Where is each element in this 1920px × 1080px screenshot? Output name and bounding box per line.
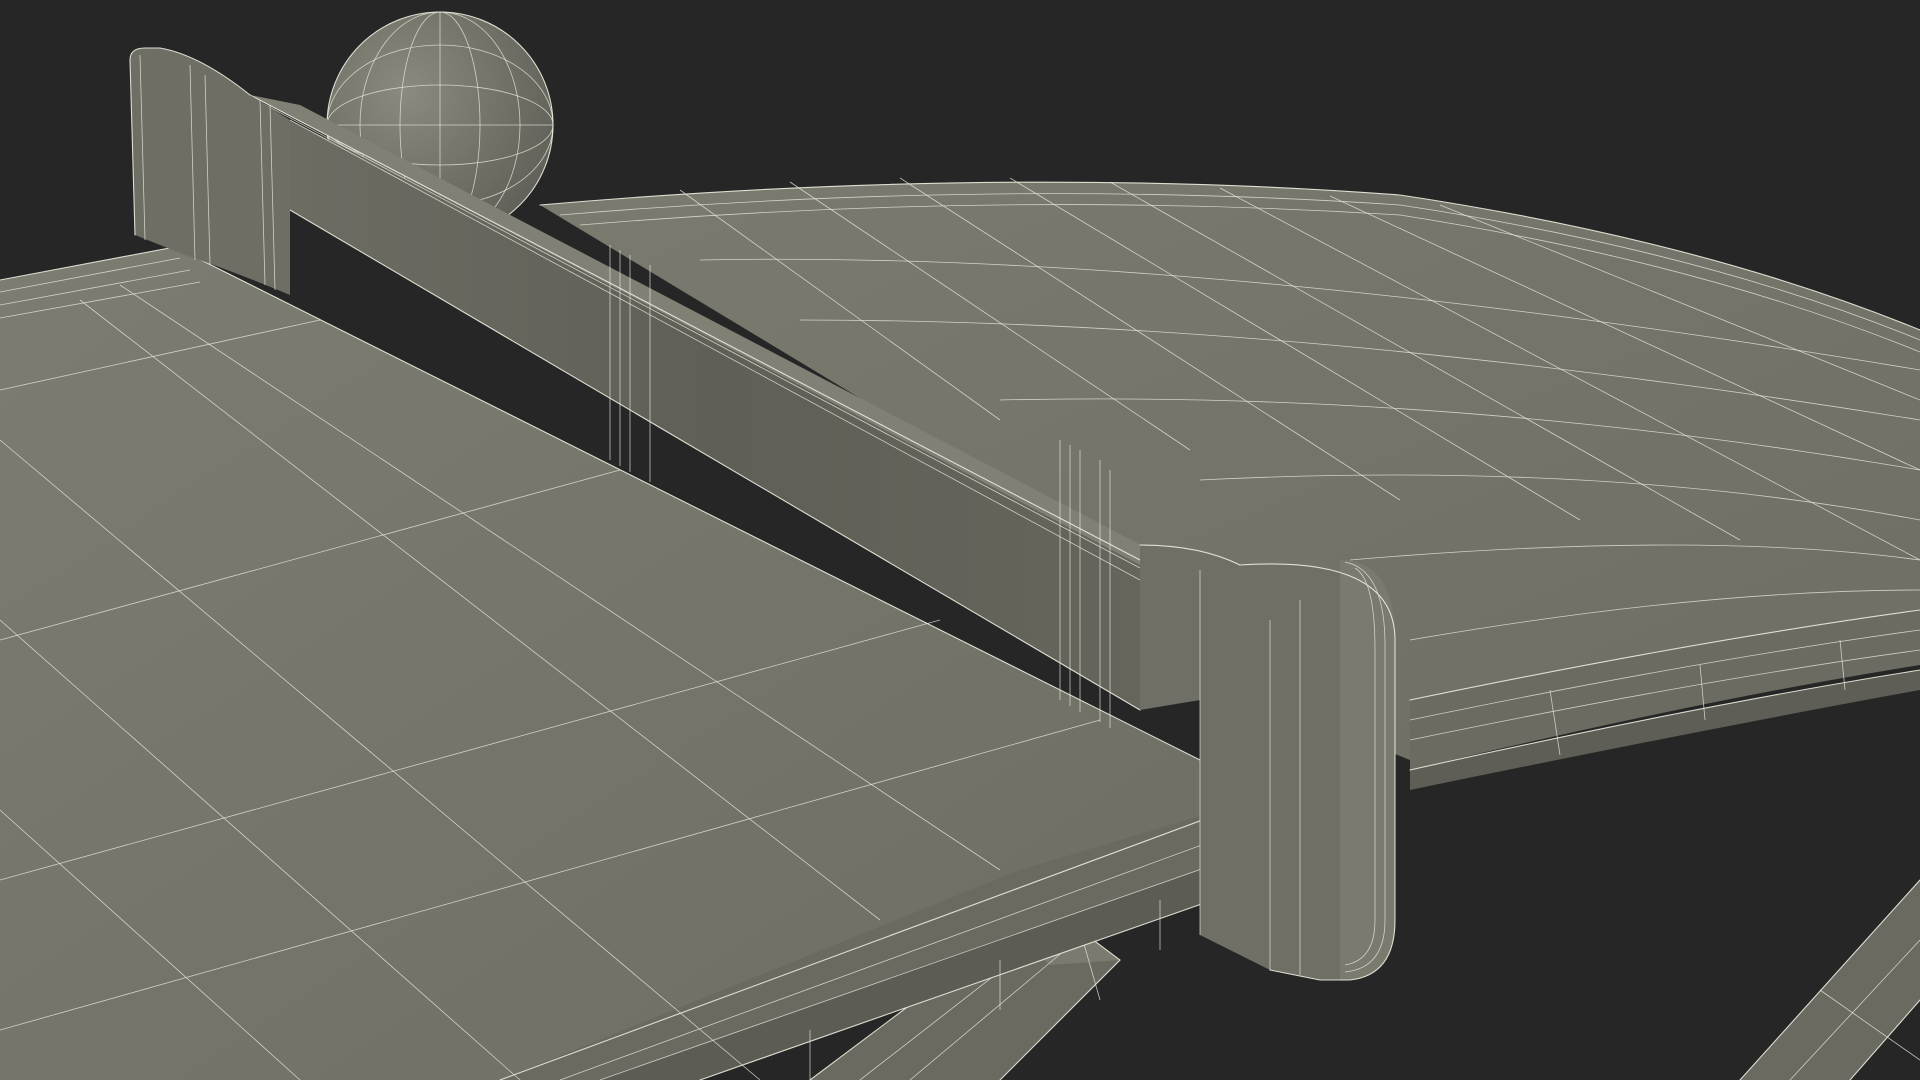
wireframe-render-viewport xyxy=(0,0,1920,1080)
